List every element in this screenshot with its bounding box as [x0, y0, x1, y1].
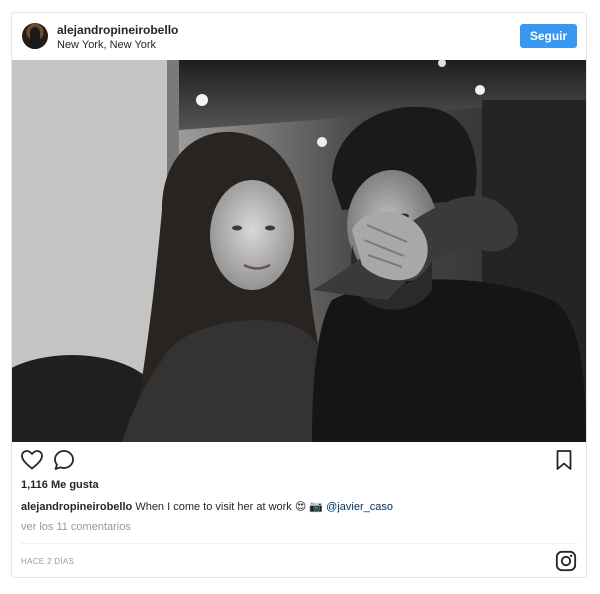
- instagram-icon[interactable]: [555, 550, 577, 572]
- couple-photo: [12, 60, 586, 442]
- view-comments-link[interactable]: ver los 11 comentarios: [21, 521, 131, 533]
- post-location[interactable]: New York, New York: [57, 39, 156, 51]
- caption-username[interactable]: alejandropineirobello: [21, 501, 132, 513]
- post-username[interactable]: alejandropineirobello: [57, 23, 178, 37]
- heart-icon[interactable]: [20, 448, 44, 472]
- post-header: alejandropineirobello New York, New York…: [12, 13, 586, 60]
- post-timestamp[interactable]: HACE 2 DÍAS: [21, 557, 74, 566]
- caption-text: When I come to visit her at work 😍 📷: [135, 501, 324, 513]
- post-photo[interactable]: [12, 60, 586, 442]
- avatar-figure: [30, 27, 40, 49]
- divider: [21, 543, 577, 544]
- caption-mention[interactable]: @javier_caso: [326, 501, 393, 513]
- instagram-post-card: alejandropineirobello New York, New York…: [11, 12, 587, 578]
- comment-icon[interactable]: [52, 448, 76, 472]
- post-caption: alejandropineirobello When I come to vis…: [21, 500, 393, 513]
- bookmark-icon[interactable]: [552, 448, 576, 472]
- post-actions: [12, 446, 586, 476]
- likes-count[interactable]: 1,116 Me gusta: [21, 479, 99, 491]
- avatar[interactable]: [22, 23, 48, 49]
- follow-button[interactable]: Seguir: [520, 24, 577, 48]
